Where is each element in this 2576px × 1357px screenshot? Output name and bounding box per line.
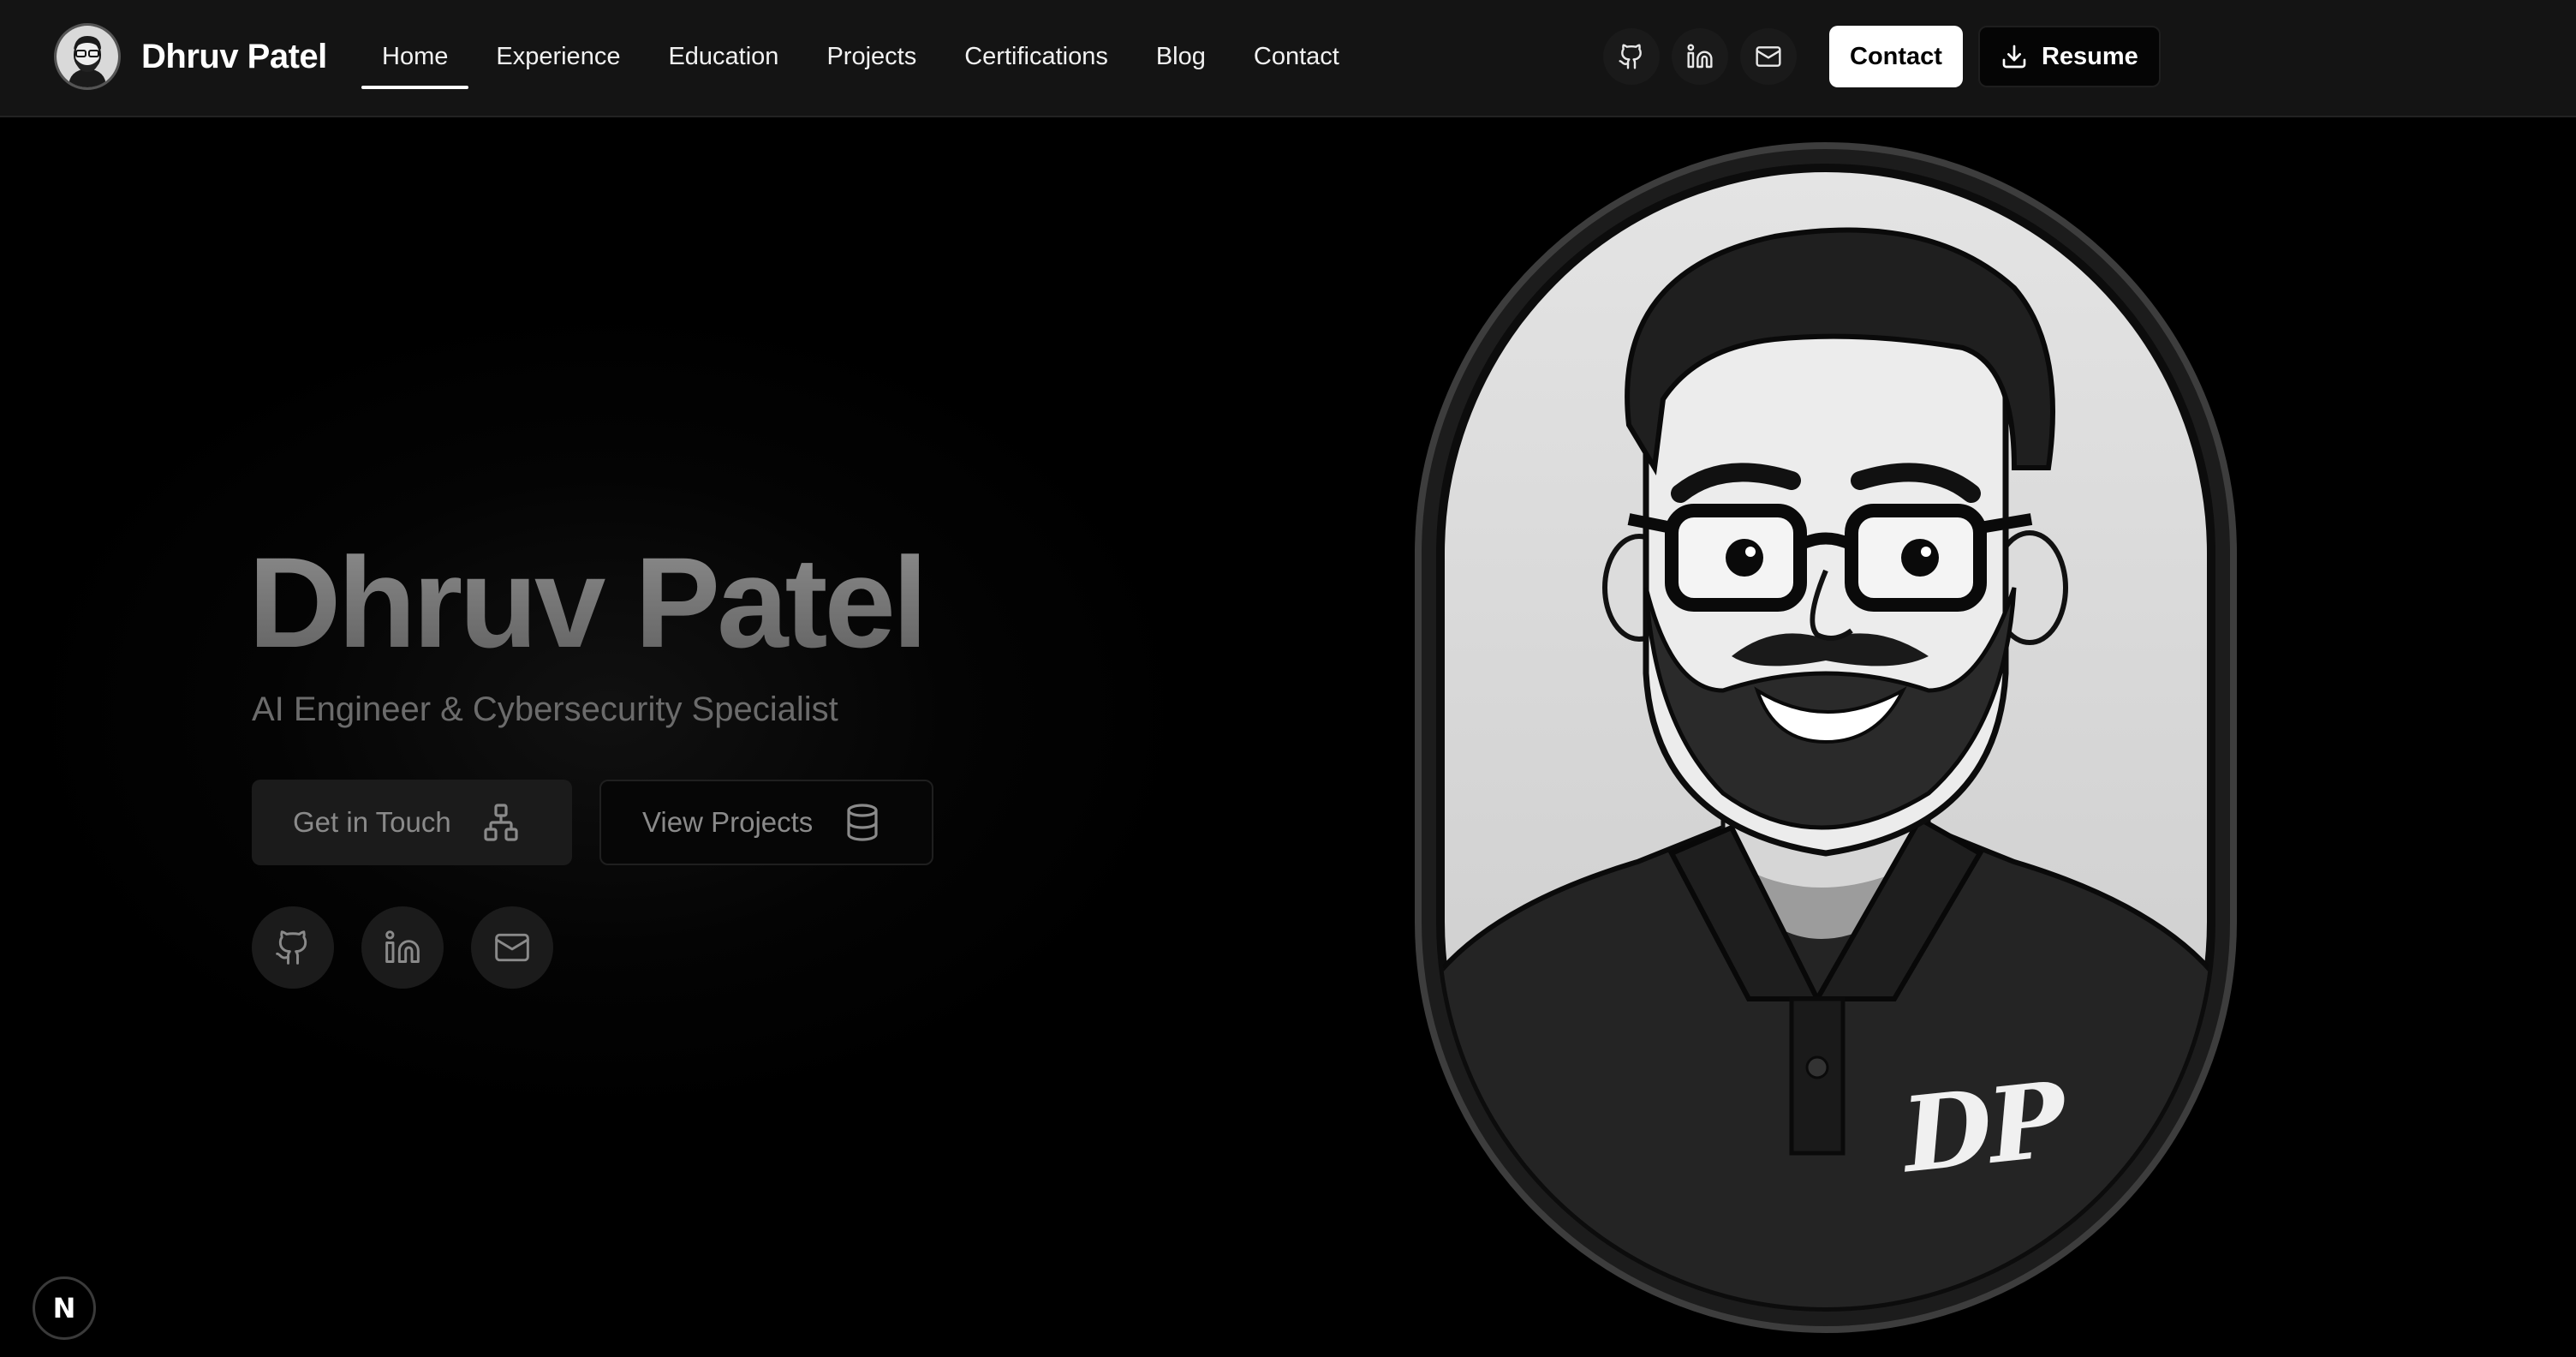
dev-tools-badge-label: N [52,1292,76,1324]
get-in-touch-label: Get in Touch [293,806,451,838]
view-projects-button[interactable]: View Projects [599,780,933,865]
top-navbar: Dhruv Patel Home Experience Education Pr… [0,0,2576,117]
nav-link-blog[interactable]: Blog [1136,26,1226,87]
github-icon[interactable] [252,906,334,989]
sitemap-icon [484,804,518,841]
nav-link-projects[interactable]: Projects [806,26,937,87]
avatar-icon [54,23,121,90]
mail-icon[interactable] [1740,28,1797,85]
dev-tools-badge[interactable]: N [33,1276,96,1340]
linkedin-icon[interactable] [361,906,444,989]
nav-link-experience[interactable]: Experience [475,26,641,87]
github-icon[interactable] [1603,28,1660,85]
nav-link-home[interactable]: Home [361,26,469,89]
shirt-monogram: DP [1897,1059,2069,1197]
get-in-touch-button[interactable]: Get in Touch [252,780,572,865]
brand-name: Dhruv Patel [141,37,327,75]
nav-actions: Contact Resume [1603,26,2161,87]
mail-icon[interactable] [471,906,553,989]
nav-link-education[interactable]: Education [647,26,799,87]
main-nav: Home Experience Education Projects Certi… [361,26,1367,89]
brand-link[interactable]: Dhruv Patel [54,23,327,90]
view-projects-label: View Projects [642,806,814,838]
nav-link-contact[interactable]: Contact [1233,26,1360,87]
cta-row: Get in Touch View Projects [252,780,933,865]
hero-subtitle: AI Engineer & Cybersecurity Specialist [252,690,838,728]
hero-title: Dhruv Patel [248,530,928,674]
download-icon [2002,45,2026,69]
contact-button[interactable]: Contact [1829,26,1963,87]
social-links [252,906,581,989]
linkedin-icon[interactable] [1672,28,1728,85]
database-icon [847,804,878,841]
portrait-illustration: DP [1415,142,2237,1333]
resume-button[interactable]: Resume [1977,26,2161,87]
nav-link-certifications[interactable]: Certifications [944,26,1129,87]
resume-label: Resume [2041,42,2138,70]
